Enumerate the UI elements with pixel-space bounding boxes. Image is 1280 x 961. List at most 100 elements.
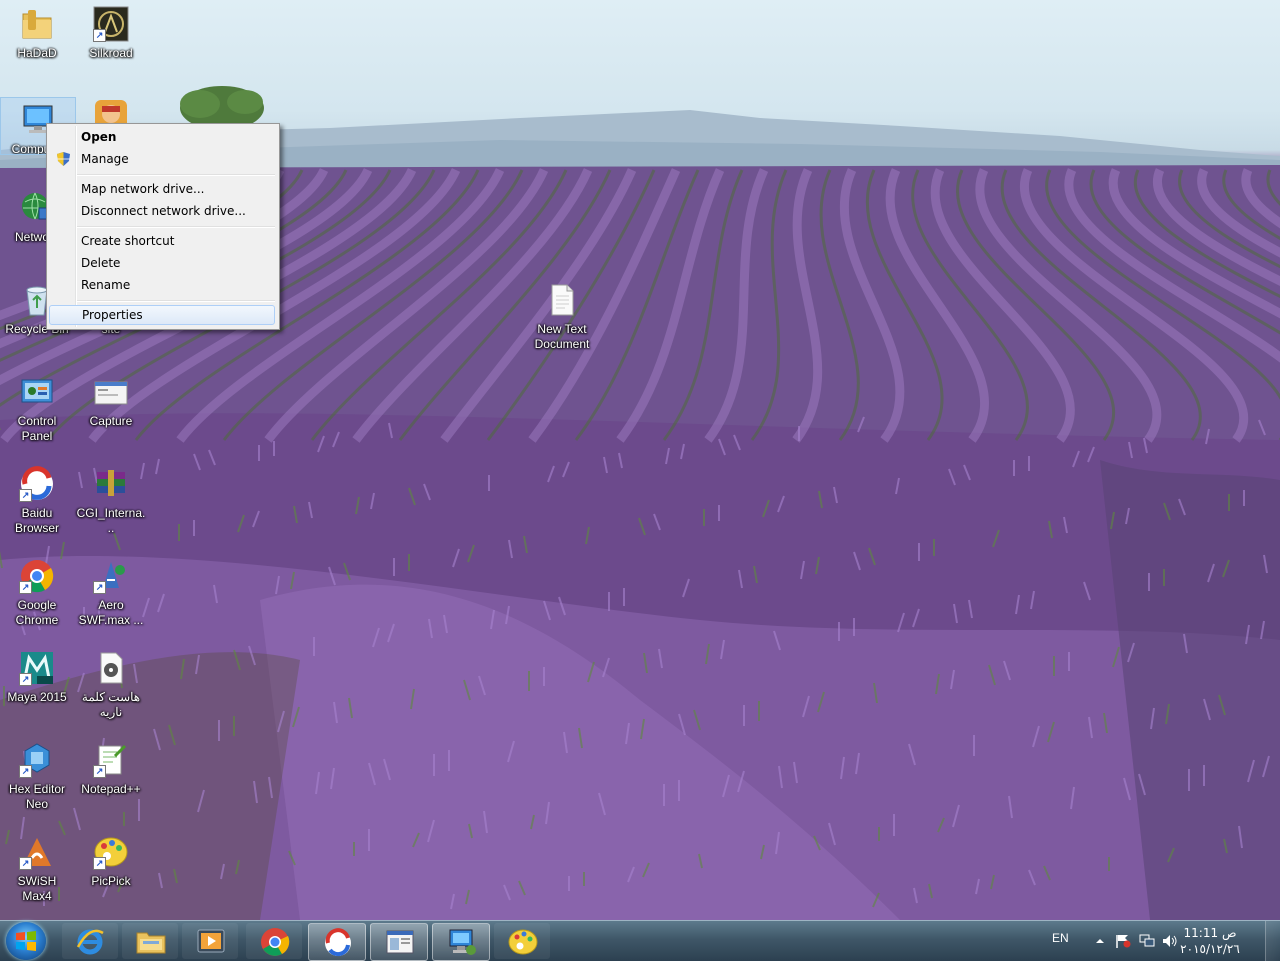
swish-max-icon: ↗ bbox=[19, 834, 55, 870]
desktop-icon-notepad-plus-plus[interactable]: ↗ Notepad++ bbox=[74, 738, 148, 824]
desktop-icon-hex-editor-neo[interactable]: ↗ Hex Editor Neo bbox=[0, 738, 74, 824]
desktop-icon-label: SWiSH Max4 bbox=[17, 874, 57, 903]
desktop-icon-label: Google Chrome bbox=[15, 598, 59, 627]
menu-item-rename[interactable]: Rename bbox=[49, 275, 275, 295]
desktop-icon-hadad[interactable]: HaDaD bbox=[0, 2, 74, 88]
shortcut-arrow-icon: ↗ bbox=[93, 857, 106, 870]
baidu-browser-icon bbox=[325, 928, 351, 957]
capture-icon bbox=[93, 374, 129, 410]
context-menu: Open Manage Map network drive... Disconn… bbox=[46, 123, 280, 330]
media-player-icon bbox=[197, 929, 225, 953]
capture-window-icon bbox=[386, 930, 414, 954]
desktop-icon-google-chrome[interactable]: ↗ Google Chrome bbox=[0, 554, 74, 640]
baidu-browser-icon: ↗ bbox=[19, 466, 55, 502]
menu-item-map-network-drive[interactable]: Map network drive... bbox=[49, 179, 275, 199]
menu-item-delete[interactable]: Delete bbox=[49, 253, 275, 273]
hex-editor-icon: ↗ bbox=[19, 742, 55, 778]
control-panel-icon bbox=[19, 374, 55, 410]
menu-item-create-shortcut[interactable]: Create shortcut bbox=[49, 231, 275, 251]
system-tray: EN 11:11 ص ٢٠١٥/١٢/٢٦ bbox=[1040, 921, 1280, 961]
aero-swf-icon: ↗ bbox=[93, 558, 129, 594]
desktop-icon-cgi-archive[interactable]: CGI_Interna... bbox=[74, 462, 148, 548]
show-hidden-icons-icon[interactable] bbox=[1095, 934, 1111, 948]
shortcut-arrow-icon: ↗ bbox=[93, 581, 106, 594]
menu-item-label: Map network drive... bbox=[81, 182, 205, 196]
desktop-icon-control-panel[interactable]: Control Panel bbox=[0, 370, 74, 456]
desktop-icon-new-text-document[interactable]: New Text Document bbox=[525, 278, 599, 364]
menu-item-label: Rename bbox=[81, 278, 131, 292]
clock[interactable]: 11:11 ص ٢٠١٥/١٢/٢٦ bbox=[1170, 925, 1250, 957]
notepad-plus-plus-icon: ↗ bbox=[93, 742, 129, 778]
desktop-icon-arabic-file[interactable]: هاست كلمة ناريه bbox=[74, 646, 148, 732]
taskbar-capture-window[interactable] bbox=[370, 923, 428, 961]
desktop-icon-label: Hex Editor Neo bbox=[8, 782, 66, 811]
desktop-icon-baidu-browser[interactable]: ↗ Baidu Browser bbox=[0, 462, 74, 548]
network-tray-icon[interactable] bbox=[1139, 934, 1155, 948]
desktop-icon-label: Control Panel bbox=[17, 414, 57, 443]
desktop-icon-maya-2015[interactable]: ↗ Maya 2015 bbox=[0, 646, 74, 732]
taskbar-picpick[interactable] bbox=[494, 923, 550, 959]
picpick-icon bbox=[508, 929, 538, 955]
desktop-icon-subway-surfers[interactable] bbox=[74, 94, 148, 124]
desktop-icon-label: PicPick bbox=[91, 874, 131, 888]
desktop-icon-silkroad[interactable]: ↗ Silkroad bbox=[74, 2, 148, 88]
shortcut-arrow-icon: ↗ bbox=[93, 765, 106, 778]
start-button[interactable] bbox=[6, 922, 46, 960]
menu-item-label: Open bbox=[81, 130, 117, 144]
shortcut-arrow-icon: ↗ bbox=[93, 29, 106, 42]
menu-item-disconnect-network-drive[interactable]: Disconnect network drive... bbox=[49, 201, 275, 221]
menu-item-label: Delete bbox=[81, 256, 121, 270]
text-document-icon bbox=[544, 282, 580, 318]
menu-item-label: Properties bbox=[82, 308, 143, 322]
desktop-icon-label: Maya 2015 bbox=[7, 690, 67, 704]
menu-item-manage[interactable]: Manage bbox=[49, 149, 275, 169]
taskbar-computer-management[interactable] bbox=[432, 923, 490, 961]
taskbar-media-player[interactable] bbox=[182, 923, 238, 959]
windows-start-icon bbox=[16, 931, 36, 951]
taskbar-internet-explorer[interactable] bbox=[62, 923, 118, 959]
show-desktop-button[interactable] bbox=[1265, 921, 1280, 961]
menu-separator bbox=[77, 174, 275, 176]
internet-explorer-icon bbox=[76, 929, 104, 955]
menu-item-open[interactable]: Open bbox=[49, 127, 275, 147]
desktop-icon-swish-max4[interactable]: ↗ SWiSH Max4 bbox=[0, 830, 74, 916]
chrome-icon bbox=[261, 928, 290, 956]
subway-surfers-icon bbox=[93, 98, 129, 124]
shortcut-arrow-icon: ↗ bbox=[19, 581, 32, 594]
menu-separator bbox=[77, 226, 275, 228]
desktop-icon-label: Baidu Browser bbox=[14, 506, 59, 535]
desktop-icon-label: Silkroad bbox=[89, 46, 133, 60]
clock-date: ٢٠١٥/١٢/٢٦ bbox=[1180, 942, 1240, 956]
chrome-icon: ↗ bbox=[19, 558, 55, 594]
desktop-icon-label: HaDaD bbox=[17, 46, 57, 60]
clock-time: 11:11 ص bbox=[1183, 926, 1237, 940]
desktop-icon-label: هاست كلمة ناريه bbox=[81, 690, 141, 719]
desktop-icon-aero-swf[interactable]: ↗ Aero SWF.max ... bbox=[74, 554, 148, 640]
maya-icon: ↗ bbox=[19, 650, 55, 686]
winrar-archive-icon bbox=[93, 466, 129, 502]
desktop-icon-label: Capture bbox=[89, 414, 133, 428]
desktop-icon-label: CGI_Interna... bbox=[76, 506, 146, 535]
windows-explorer-icon bbox=[136, 932, 166, 954]
shortcut-arrow-icon: ↗ bbox=[19, 765, 32, 778]
taskbar-windows-explorer[interactable] bbox=[122, 923, 178, 959]
media-file-icon bbox=[93, 650, 129, 686]
desktop-icon-capture[interactable]: Capture bbox=[74, 370, 148, 456]
action-center-flag-icon[interactable] bbox=[1115, 934, 1131, 948]
taskbar-chrome[interactable] bbox=[246, 923, 302, 959]
shortcut-arrow-icon: ↗ bbox=[19, 673, 32, 686]
menu-item-properties[interactable]: Properties bbox=[49, 305, 275, 325]
language-indicator[interactable]: EN bbox=[1052, 931, 1069, 945]
computer-management-icon bbox=[449, 929, 476, 955]
desktop-icon-label: Aero SWF.max ... bbox=[78, 598, 144, 627]
folder-icon bbox=[19, 6, 55, 42]
taskbar: EN 11:11 ص ٢٠١٥/١٢/٢٦ bbox=[0, 920, 1280, 961]
uac-shield-icon bbox=[57, 152, 70, 166]
menu-separator bbox=[77, 300, 275, 302]
picpick-icon: ↗ bbox=[93, 834, 129, 870]
desktop-icon-picpick[interactable]: ↗ PicPick bbox=[74, 830, 148, 916]
desktop-icon-label: Notepad++ bbox=[81, 782, 141, 796]
menu-item-label: Manage bbox=[81, 152, 129, 166]
menu-item-label: Create shortcut bbox=[81, 234, 175, 248]
taskbar-baidu-browser[interactable] bbox=[308, 923, 366, 961]
